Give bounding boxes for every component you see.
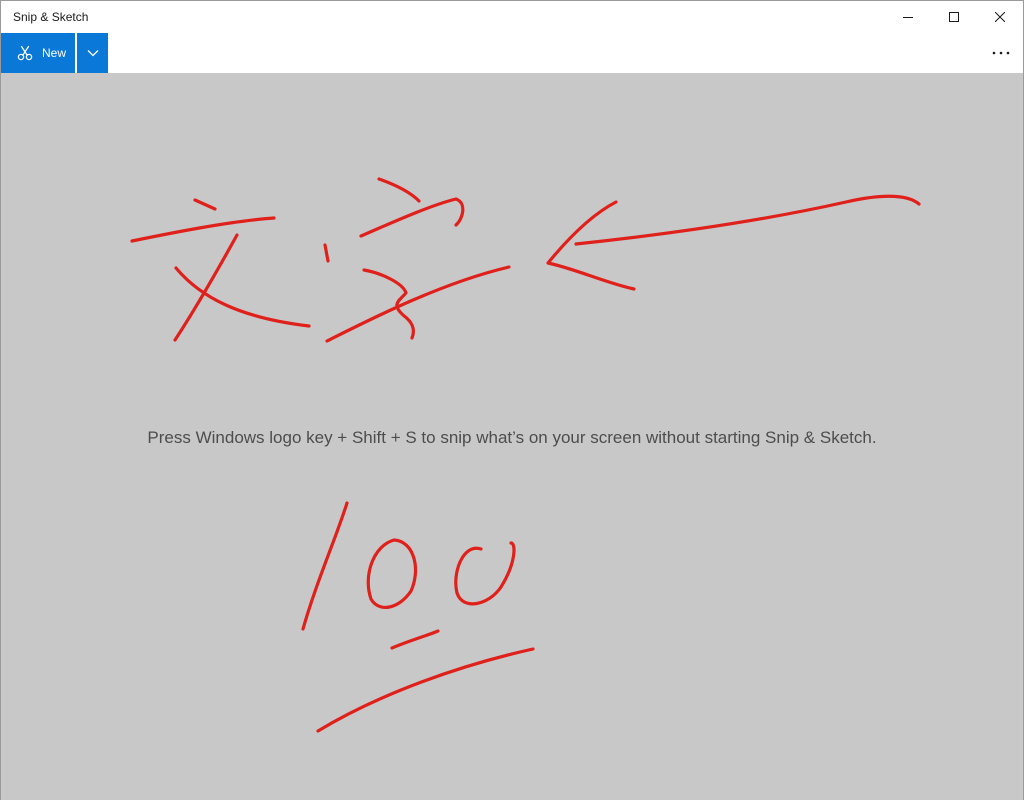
maximize-button[interactable] (931, 1, 977, 33)
ink-stroke (173, 233, 239, 342)
ink-stroke (390, 629, 440, 650)
snip-canvas[interactable]: Press Windows logo key + Shift + S to sn… (1, 73, 1023, 800)
app-title: Snip & Sketch (13, 10, 89, 24)
ink-stroke (325, 265, 511, 343)
ink-stroke (316, 647, 535, 733)
ink-stroke (323, 243, 330, 263)
ink-stroke (359, 197, 465, 238)
new-snip-button[interactable]: New (1, 33, 75, 73)
ink-annotation-layer (130, 177, 921, 733)
ink-stroke (546, 200, 636, 291)
maximize-icon (949, 12, 959, 22)
new-button-label: New (42, 46, 67, 60)
ink-stroke (301, 501, 349, 631)
ink-stroke (366, 538, 418, 609)
toolbar: New (1, 33, 1023, 73)
more-options-button[interactable] (983, 37, 1019, 69)
title-bar[interactable]: Snip & Sketch (1, 1, 1023, 33)
close-icon (995, 12, 1005, 22)
ink-stroke (454, 541, 516, 606)
close-button[interactable] (977, 1, 1023, 33)
chevron-down-icon (87, 50, 98, 57)
ink-stroke (174, 266, 311, 328)
snip-scissors-icon (17, 45, 33, 61)
more-options-icon (992, 51, 1010, 55)
minimize-button[interactable] (885, 1, 931, 33)
new-dropdown-button[interactable] (77, 33, 108, 73)
app-window: Snip & Sketch New Press Windows logo key… (0, 0, 1024, 800)
minimize-icon (903, 17, 913, 18)
ink-stroke (574, 194, 921, 246)
ink-stroke (193, 198, 217, 211)
ink-stroke (377, 177, 421, 203)
ink-stroke (130, 216, 276, 243)
